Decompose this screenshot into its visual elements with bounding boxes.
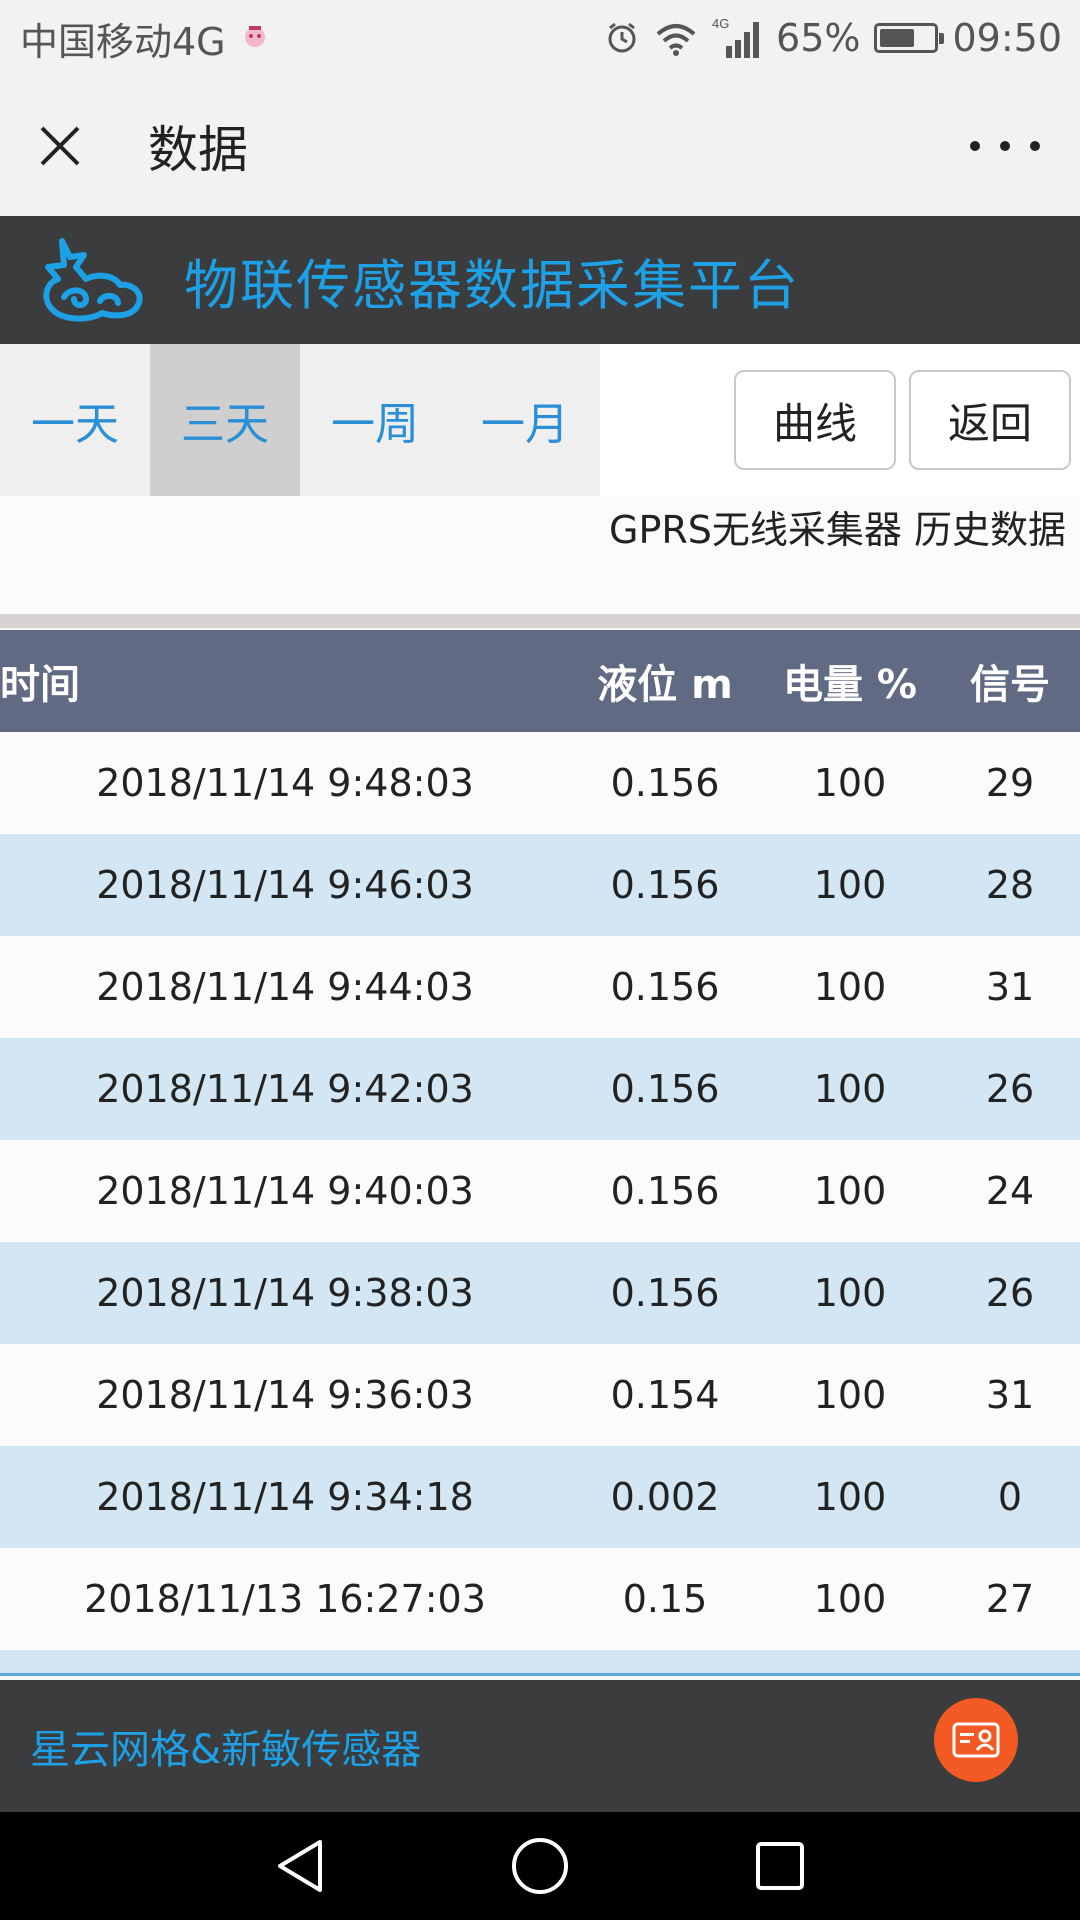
table-subtitle: GPRS无线采集器 历史数据 <box>0 496 1080 616</box>
cell-battery: 100 <box>813 1067 887 1111</box>
cloud-logo-icon <box>43 238 143 322</box>
page-title: 数据 <box>148 121 248 179</box>
cell-signal: 31 <box>985 965 1035 1009</box>
footer-brand-link[interactable]: 星云网格&新敏传感器 <box>30 1717 421 1775</box>
cell-time: 2018/11/14 9:46:03 <box>96 863 474 907</box>
status-bar: 中国移动4G 4G 65% 09:50 <box>0 0 1080 76</box>
table-row: 2018/11/14 9:42:03 0.156 100 26 <box>0 1038 1080 1140</box>
nav-recents-button[interactable] <box>750 1836 810 1896</box>
cell-signal: 0 <box>997 1475 1023 1519</box>
table-row-partial <box>0 1650 1080 1676</box>
cell-battery: 100 <box>813 1373 887 1417</box>
system-nav-bar <box>0 1812 1080 1920</box>
table-row: 2018/11/14 9:44:03 0.156 100 31 <box>0 936 1080 1038</box>
cellular-signal-icon: 4G <box>712 16 762 60</box>
contact-card-icon <box>952 1722 1000 1758</box>
circle-home-icon <box>512 1838 568 1894</box>
history-table: 时间 液位 m 电量 % 信号 2018/11/14 9:48:03 0.156… <box>0 630 1080 1676</box>
cell-battery: 100 <box>813 1475 887 1519</box>
cell-level: 0.154 <box>610 1373 720 1417</box>
cell-level: 0.002 <box>610 1475 720 1519</box>
cell-time: 2018/11/14 9:48:03 <box>96 761 474 805</box>
toolbar: 一天 三天 一周 一月 曲线 返回 <box>0 344 1080 496</box>
network-type-label: 4G <box>712 16 729 31</box>
close-button[interactable] <box>30 116 90 176</box>
cell-battery: 100 <box>813 863 887 907</box>
back-button[interactable]: 返回 <box>909 370 1071 470</box>
tab-one-month[interactable]: 一月 <box>450 344 600 496</box>
cell-signal: 26 <box>985 1067 1035 1111</box>
tab-one-day[interactable]: 一天 <box>0 344 150 496</box>
cell-time: 2018/11/14 9:40:03 <box>96 1169 474 1213</box>
alarm-icon <box>604 20 640 56</box>
app-header: 物联传感器数据采集平台 <box>0 216 1080 344</box>
more-options-button[interactable] <box>970 126 1040 166</box>
battery-percent: 65% <box>776 16 861 60</box>
contact-card-button[interactable] <box>934 1698 1018 1782</box>
close-icon <box>40 126 80 166</box>
table-row: 2018/11/14 9:38:03 0.156 100 26 <box>0 1242 1080 1344</box>
cell-signal: 31 <box>985 1373 1035 1417</box>
app-title: 物联传感器数据采集平台 <box>184 253 800 317</box>
table-row: 2018/11/14 9:36:03 0.154 100 31 <box>0 1344 1080 1446</box>
table-header: 时间 液位 m 电量 % 信号 <box>0 630 1080 732</box>
cell-time: 2018/11/14 9:34:18 <box>96 1475 474 1519</box>
cell-level: 0.156 <box>610 863 720 907</box>
cell-time: 2018/11/14 9:38:03 <box>96 1271 474 1315</box>
notification-icon <box>240 16 270 60</box>
triangle-back-icon <box>278 1840 322 1892</box>
cell-level: 0.156 <box>610 1067 720 1111</box>
square-recents-icon <box>756 1842 804 1890</box>
battery-fill <box>880 29 915 47</box>
cell-level: 0.15 <box>622 1577 708 1621</box>
cell-signal: 28 <box>985 863 1035 907</box>
table-row: 2018/11/14 9:34:18 0.002 100 0 <box>0 1446 1080 1548</box>
clock: 09:50 <box>952 16 1062 60</box>
footer-bar: 星云网格&新敏传感器 <box>0 1680 1080 1812</box>
cell-level: 0.156 <box>610 761 720 805</box>
header-time: 时间 <box>0 662 80 708</box>
header-level: 液位 m <box>597 662 733 708</box>
tab-three-days[interactable]: 三天 <box>150 344 300 496</box>
battery-icon <box>874 23 945 53</box>
more-dots-icon <box>970 141 980 151</box>
title-bar: 数据 <box>0 76 1080 216</box>
table-row: 2018/11/14 9:40:03 0.156 100 24 <box>0 1140 1080 1242</box>
table-row: 2018/11/14 9:46:03 0.156 100 28 <box>0 834 1080 936</box>
carrier-label: 中国移动4G <box>20 19 226 64</box>
table-row: 2018/11/13 16:27:03 0.15 100 27 <box>0 1548 1080 1650</box>
cell-time: 2018/11/13 16:27:03 <box>84 1577 486 1621</box>
cell-signal: 27 <box>985 1577 1035 1621</box>
header-signal: 信号 <box>970 662 1050 708</box>
wifi-icon <box>654 20 698 56</box>
divider <box>0 614 1080 628</box>
cell-level: 0.156 <box>610 1169 720 1213</box>
cell-signal: 24 <box>985 1169 1035 1213</box>
nav-back-button[interactable] <box>270 1836 330 1896</box>
table-row: 2018/11/14 9:48:03 0.156 100 29 <box>0 732 1080 834</box>
range-tabs: 一天 三天 一周 一月 <box>0 344 600 496</box>
cell-battery: 100 <box>813 1271 887 1315</box>
cell-time: 2018/11/14 9:44:03 <box>96 965 474 1009</box>
cell-time: 2018/11/14 9:36:03 <box>96 1373 474 1417</box>
cell-level: 0.156 <box>610 1271 720 1315</box>
tab-one-week[interactable]: 一周 <box>300 344 450 496</box>
cell-signal: 29 <box>985 761 1035 805</box>
cell-battery: 100 <box>813 761 887 805</box>
curve-button[interactable]: 曲线 <box>734 370 896 470</box>
nav-home-button[interactable] <box>510 1836 570 1896</box>
cell-time: 2018/11/14 9:42:03 <box>96 1067 474 1111</box>
cell-battery: 100 <box>813 1577 887 1621</box>
header-battery: 电量 % <box>782 662 917 708</box>
cell-level: 0.156 <box>610 965 720 1009</box>
cell-battery: 100 <box>813 1169 887 1213</box>
cell-signal: 26 <box>985 1271 1035 1315</box>
cell-battery: 100 <box>813 965 887 1009</box>
